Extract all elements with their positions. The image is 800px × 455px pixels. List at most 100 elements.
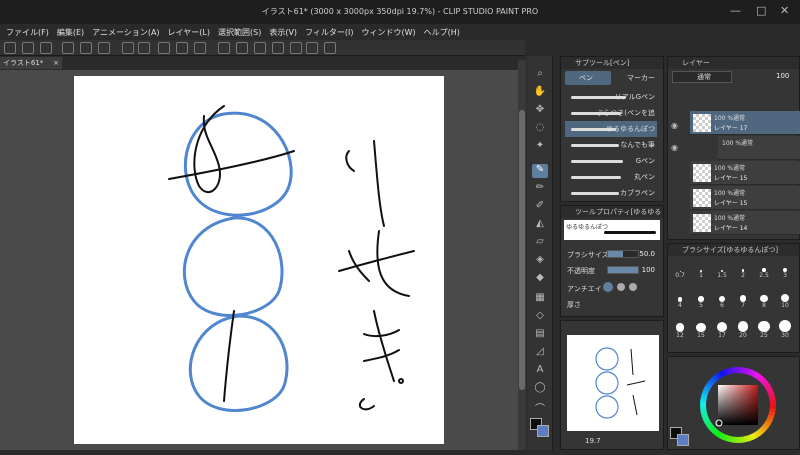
drawing-canvas[interactable] bbox=[74, 76, 444, 444]
gradient-tool-icon[interactable]: ▦ bbox=[532, 292, 548, 306]
fill-tool-icon[interactable]: ◆ bbox=[532, 272, 548, 286]
brush-size-preset[interactable]: 25 bbox=[756, 320, 772, 340]
layer-row[interactable]: 100 %通常 レイヤー 17 bbox=[690, 111, 800, 135]
new-file-icon[interactable] bbox=[22, 42, 34, 54]
menu-selection[interactable]: 選択範囲(S) bbox=[218, 27, 261, 38]
tab-marker[interactable]: マーカー bbox=[613, 71, 661, 85]
maximize-button[interactable]: □ bbox=[756, 4, 766, 17]
opacity-value[interactable]: 100 bbox=[633, 266, 655, 274]
tab-close-icon[interactable]: × bbox=[53, 57, 59, 69]
brush-size-preset[interactable]: 5 bbox=[693, 290, 709, 310]
scrollbar-thumb[interactable] bbox=[519, 110, 525, 390]
operation-tool-icon[interactable]: ✥ bbox=[532, 104, 548, 118]
hamburger-icon[interactable] bbox=[4, 42, 16, 54]
brush-size-preset[interactable]: 7 bbox=[735, 290, 751, 310]
antialias-option[interactable] bbox=[617, 283, 625, 291]
brush-size-preset[interactable]: 2.5 bbox=[756, 260, 772, 280]
navigator-preview[interactable] bbox=[567, 335, 659, 431]
brush-size-preset[interactable]: 12 bbox=[672, 320, 688, 340]
brush-size-preset[interactable]: 0.7 bbox=[672, 260, 688, 280]
brush-item[interactable]: ぶらつき(ペンを追 bbox=[565, 105, 657, 121]
text-tool-icon[interactable]: A bbox=[532, 364, 548, 378]
brush-size-preset[interactable]: 10 bbox=[777, 290, 793, 310]
brush-size-preset[interactable]: 6 bbox=[714, 290, 730, 310]
menu-layer[interactable]: レイヤー(L) bbox=[168, 27, 210, 38]
redo-icon[interactable] bbox=[138, 42, 150, 54]
brush-size-preset[interactable]: 4 bbox=[672, 290, 688, 310]
balloon-tool-icon[interactable]: ◯ bbox=[532, 382, 548, 396]
save-icon[interactable] bbox=[62, 42, 74, 54]
menu-animation[interactable]: アニメーション(A) bbox=[92, 27, 159, 38]
brush-size-preset[interactable]: 1.5 bbox=[714, 260, 730, 280]
visibility-eye-icon[interactable]: ◉ bbox=[671, 121, 681, 131]
menu-view[interactable]: 表示(V) bbox=[269, 27, 297, 38]
wand-tool-icon[interactable]: ✦ bbox=[532, 140, 548, 154]
layer-row[interactable]: 100 %通常 レイヤー 15 bbox=[690, 161, 800, 185]
brush-item[interactable]: 丸ペン bbox=[565, 169, 657, 185]
canvas-vertical-scrollbar[interactable] bbox=[518, 60, 526, 450]
pencil-tool-icon[interactable]: ✏ bbox=[532, 182, 548, 196]
brush-size-preset[interactable]: 30 bbox=[777, 320, 793, 340]
export-icon[interactable] bbox=[80, 42, 92, 54]
undo-icon[interactable] bbox=[122, 42, 134, 54]
brush-item[interactable]: ゆるゆるんぽつ bbox=[565, 121, 657, 137]
snap-icon[interactable] bbox=[272, 42, 284, 54]
clear-icon[interactable] bbox=[158, 42, 170, 54]
correction-tool-icon[interactable]: ⌒ bbox=[532, 400, 548, 415]
blend-mode-select[interactable]: 通常 bbox=[672, 71, 732, 83]
deselect-icon[interactable] bbox=[176, 42, 188, 54]
pen-tool-icon[interactable]: ✎ bbox=[532, 164, 548, 178]
hue-segment[interactable] bbox=[737, 436, 742, 443]
antialias-option[interactable] bbox=[603, 282, 613, 292]
ruler-tool-icon[interactable]: ◿ bbox=[532, 346, 548, 360]
layer-row[interactable]: 100 %通常 レイヤー 14 bbox=[690, 211, 800, 235]
document-tab[interactable]: イラスト61* × bbox=[0, 57, 62, 69]
brush-item[interactable]: Gペン bbox=[565, 153, 657, 169]
airbrush-tool-icon[interactable]: ◭ bbox=[532, 218, 548, 232]
hue-segment[interactable] bbox=[700, 404, 707, 409]
brush-tool-icon[interactable]: ✐ bbox=[532, 200, 548, 214]
hue-segment[interactable] bbox=[734, 367, 739, 374]
brush-size-preset[interactable]: 2 bbox=[735, 260, 751, 280]
brush-size-preset[interactable]: 8 bbox=[756, 290, 772, 310]
menu-help[interactable]: ヘルプ(H) bbox=[424, 27, 460, 38]
sub-color-swatch[interactable] bbox=[537, 425, 549, 437]
antialias-option[interactable] bbox=[629, 283, 637, 291]
close-button[interactable]: ✕ bbox=[780, 4, 789, 17]
brush-item[interactable]: リアルGペン bbox=[565, 89, 657, 105]
brush-size-preset[interactable]: 1 bbox=[693, 260, 709, 280]
layer-row[interactable]: 100 %通常 レイヤー 15 bbox=[690, 186, 800, 210]
tab-pen[interactable]: ペン bbox=[565, 71, 611, 85]
open-file-icon[interactable] bbox=[40, 42, 52, 54]
fill-icon[interactable] bbox=[236, 42, 248, 54]
menu-window[interactable]: ウィンドウ(W) bbox=[362, 27, 416, 38]
hue-segment[interactable] bbox=[769, 401, 776, 406]
minimize-button[interactable]: — bbox=[730, 4, 741, 17]
brush-size-preset[interactable]: 3 bbox=[777, 260, 793, 280]
lasso-tool-icon[interactable]: ◌ bbox=[532, 122, 548, 136]
zoom-tool-icon[interactable]: ⌕ bbox=[532, 68, 548, 82]
grid-icon[interactable] bbox=[306, 42, 318, 54]
brush-size-preset[interactable]: 15 bbox=[693, 320, 709, 340]
layer-folder-row[interactable]: 100 %通常 bbox=[718, 136, 800, 160]
transform-icon[interactable] bbox=[218, 42, 230, 54]
frame-tool-icon[interactable]: ▤ bbox=[532, 328, 548, 342]
brush-size-value[interactable]: 50.0 bbox=[633, 250, 655, 258]
ruler-icon[interactable] bbox=[290, 42, 302, 54]
menu-filter[interactable]: フィルター(I) bbox=[305, 27, 353, 38]
blend-tool-icon[interactable]: ◈ bbox=[532, 254, 548, 268]
brush-size-preset[interactable]: 17 bbox=[714, 320, 730, 340]
brush-item[interactable]: なんでも筆 bbox=[565, 137, 657, 153]
navigator-zoom-value[interactable]: 19.7 bbox=[585, 437, 601, 445]
move-tool-icon[interactable]: ✋ bbox=[532, 86, 548, 100]
menu-file[interactable]: ファイル(F) bbox=[6, 27, 49, 38]
visibility-eye-icon[interactable]: ◉ bbox=[671, 143, 681, 153]
print-icon[interactable] bbox=[98, 42, 110, 54]
crop-icon[interactable] bbox=[194, 42, 206, 54]
menu-edit[interactable]: 編集(E) bbox=[57, 27, 84, 38]
export-layer-icon[interactable] bbox=[324, 42, 336, 54]
layer-opacity-value[interactable]: 100 bbox=[776, 72, 789, 80]
brush-size-preset[interactable]: 20 bbox=[735, 320, 751, 340]
brush-item[interactable]: カブラペン bbox=[565, 185, 657, 201]
eraser-tool-icon[interactable]: ▱ bbox=[532, 236, 548, 250]
